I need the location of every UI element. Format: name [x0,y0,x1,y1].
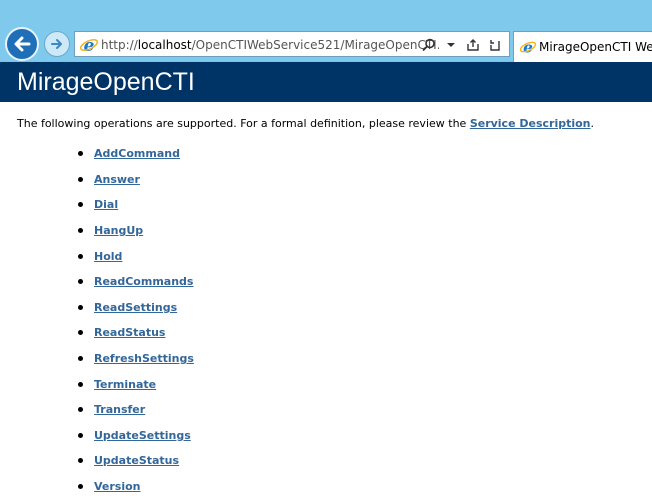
bullet-icon [78,253,83,259]
page-header: MirageOpenCTI [0,62,652,102]
address-url[interactable]: http://localhost/OpenCTIWebService521/Mi… [101,37,439,53]
operation-link[interactable]: UpdateStatus [94,454,179,467]
url-path: /OpenCTIWebService521/MirageOpenCTI.asmx [191,38,439,52]
list-item: UpdateSettings [76,423,194,449]
chevron-down-icon [447,43,455,47]
list-item: HangUp [76,218,194,244]
ie-logo-icon: e [519,38,537,56]
list-item: Hold [76,243,194,269]
bullet-icon [78,202,83,208]
browser-toolbar: e http://localhost/OpenCTIWebService521/… [0,0,652,62]
bullet-icon [78,432,83,438]
bullet-icon [78,176,83,182]
operation-link[interactable]: AddCommand [94,147,180,160]
compatibility-view-icon [467,39,479,51]
list-item: ReadStatus [76,320,194,346]
list-item: RefreshSettings [76,346,194,372]
url-prefix: http:// [101,38,138,52]
search-icon [422,38,435,51]
operation-link[interactable]: Version [94,480,141,493]
back-arrow-icon [14,36,31,52]
compatibility-view-button[interactable] [465,37,481,53]
browser-tab[interactable]: e MirageOpenCTI Web [513,31,652,62]
forward-arrow-icon [51,39,62,49]
svg-text:e: e [84,36,95,55]
operation-link[interactable]: ReadStatus [94,326,165,339]
bullet-icon [78,151,83,157]
operation-link[interactable]: Answer [94,173,140,186]
list-item: ReadSettings [76,295,194,321]
list-item: Transfer [76,397,194,423]
bullet-icon [78,458,83,464]
address-tools [421,36,503,54]
bullet-icon [78,304,83,310]
bullet-icon [78,407,83,413]
operation-link[interactable]: UpdateSettings [94,429,191,442]
bullet-icon [78,330,83,336]
service-description-link[interactable]: Service Description [470,117,591,130]
operation-link[interactable]: ReadSettings [94,301,177,314]
back-button[interactable] [5,27,39,61]
bullet-icon [78,228,83,234]
forward-button[interactable] [44,31,70,57]
operations-list: AddCommand Answer Dial HangUp Hold ReadC… [76,141,194,499]
svg-text:e: e [523,38,533,56]
list-item: Answer [76,167,194,193]
intro-paragraph: The following operations are supported. … [17,116,594,132]
operation-link[interactable]: ReadCommands [94,275,193,288]
operation-link[interactable]: Hold [94,250,122,263]
list-item: Terminate [76,371,194,397]
operation-link[interactable]: HangUp [94,224,143,237]
page-title: MirageOpenCTI [17,68,195,96]
list-item: UpdateStatus [76,448,194,474]
tab-title: MirageOpenCTI Web [539,40,652,54]
dropdown-button[interactable] [443,37,459,53]
list-item: ReadCommands [76,269,194,295]
address-bar[interactable]: e http://localhost/OpenCTIWebService521/… [74,31,510,57]
list-item: AddCommand [76,141,194,167]
bullet-icon [78,381,83,387]
operation-link[interactable]: Dial [94,198,118,211]
ie-logo-icon: e [79,36,99,55]
intro-end: . [590,117,595,130]
bullet-icon [78,484,83,490]
list-item: Dial [76,192,194,218]
operation-link[interactable]: Terminate [94,378,156,391]
bullet-icon [78,356,83,362]
intro-text: The following operations are supported. … [17,117,470,130]
refresh-icon [490,40,500,51]
list-item: Version [76,474,194,500]
bullet-icon [78,279,83,285]
operation-link[interactable]: RefreshSettings [94,352,194,365]
search-button[interactable] [421,37,437,53]
refresh-button[interactable] [487,37,503,53]
url-host: localhost [137,38,192,52]
operation-link[interactable]: Transfer [94,403,145,416]
